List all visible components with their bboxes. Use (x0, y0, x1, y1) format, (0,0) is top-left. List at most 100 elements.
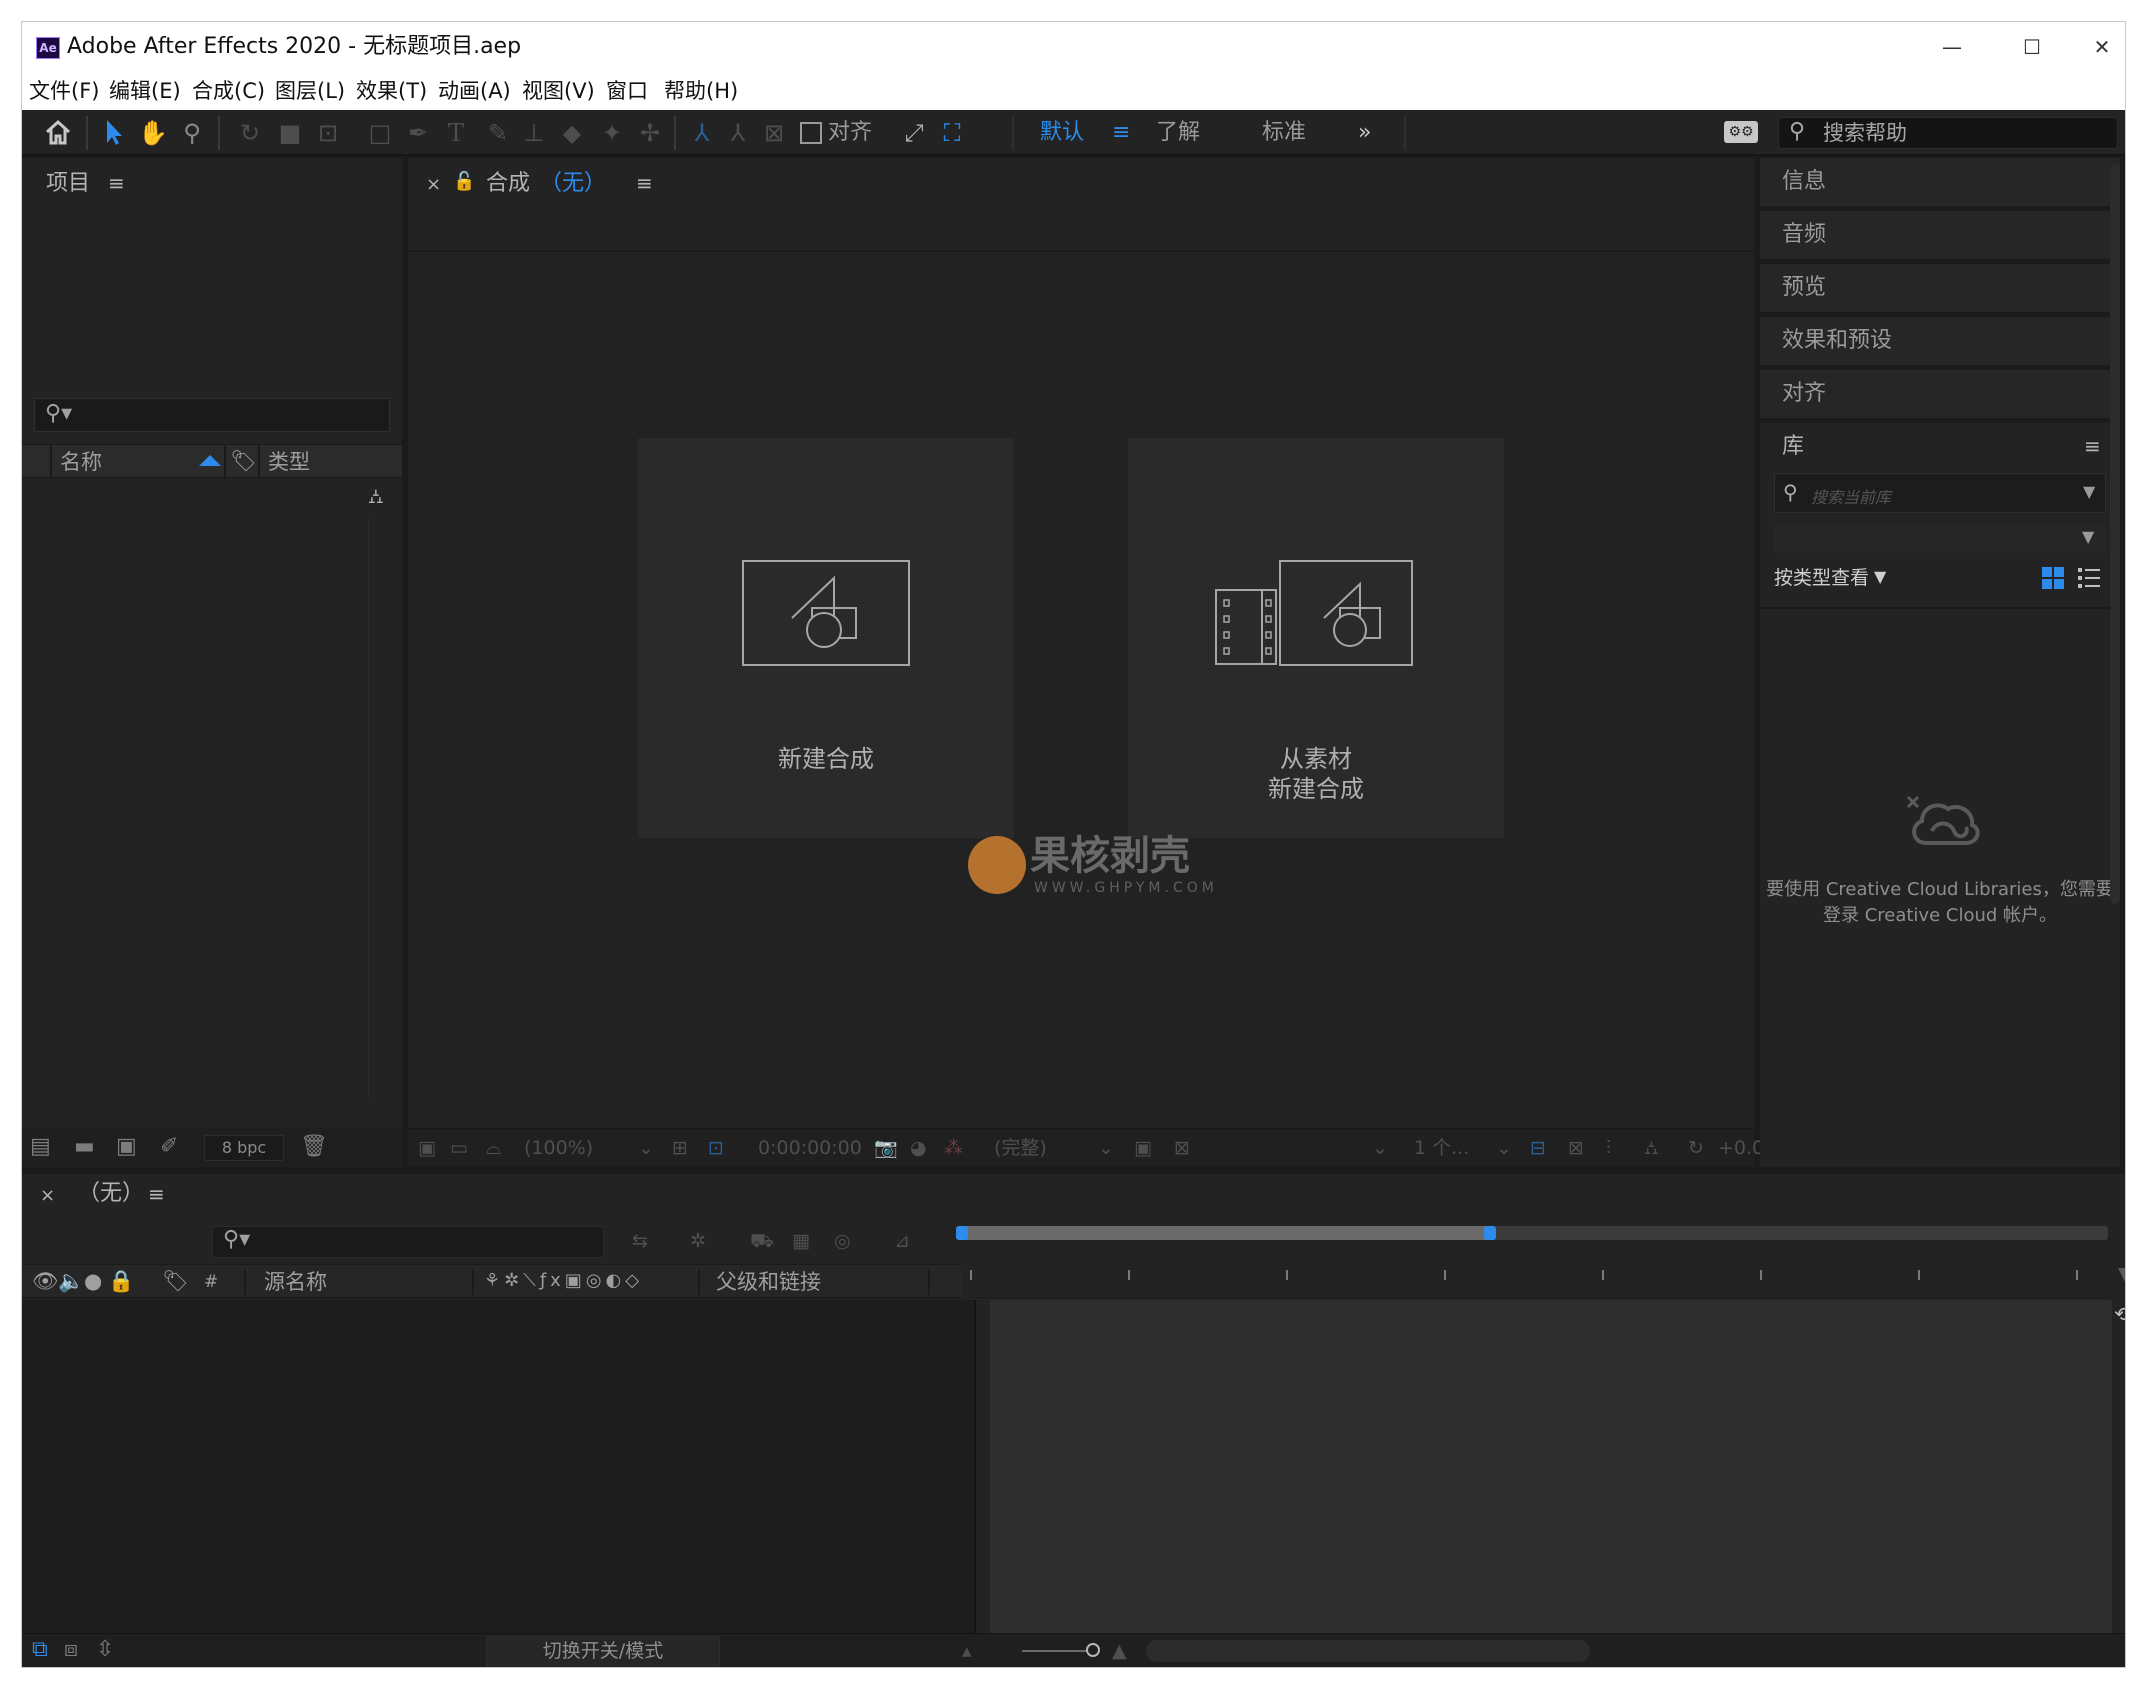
chevron-down-icon[interactable]: ⌄ (1098, 1135, 1114, 1161)
in-out-toggle-icon[interactable]: ⇳ (96, 1636, 114, 1664)
clone-stamp-tool-icon[interactable]: ⊥ (518, 117, 550, 149)
workspace-menu-icon[interactable]: ≡ (1112, 119, 1130, 147)
hand-tool-icon[interactable]: ✋ (137, 117, 169, 149)
reset-exposure-icon[interactable]: ↻ (1688, 1135, 1704, 1161)
menu-composition[interactable]: 合成(C) (192, 76, 265, 106)
workspace-standard[interactable]: 标准 (1262, 119, 1306, 147)
source-name-column[interactable]: 源名称 (264, 1269, 327, 1295)
work-area-start-handle[interactable] (956, 1226, 968, 1240)
frame-blending-icon[interactable]: ▦ (792, 1228, 810, 1254)
workspace-learn[interactable]: 了解 (1156, 119, 1200, 147)
zoom-slider-track[interactable] (1022, 1650, 1092, 1652)
new-folder-icon[interactable]: ▬ (74, 1133, 95, 1161)
monitor-icon[interactable]: ▭ (450, 1135, 468, 1161)
project-search-input[interactable]: ⚲▾ (34, 398, 390, 432)
rotation-tool-icon[interactable]: ↻ (234, 117, 266, 149)
zoom-in-icon[interactable]: ▲ (1112, 1638, 1127, 1664)
transparency-toggle-icon[interactable]: ⊠ (1174, 1135, 1190, 1161)
mask-visibility-icon[interactable]: ⌓ (486, 1135, 501, 1161)
graph-editor-icon[interactable]: ⊿ (894, 1228, 910, 1254)
current-timecode[interactable]: 0:00:00:00 (758, 1135, 862, 1161)
align-panel-tab[interactable]: 对齐 (1760, 370, 2120, 420)
grid-view-icon[interactable] (2042, 567, 2064, 589)
chevron-down-icon[interactable]: ⌄ (1372, 1135, 1388, 1161)
lock-icon[interactable]: 🔓 (453, 168, 475, 196)
preview-panel-tab[interactable]: 预览 (1760, 264, 2120, 314)
snapping-icon[interactable]: ⤢ (898, 117, 930, 149)
zoom-dropdown[interactable]: (100%) (524, 1135, 593, 1161)
brush-tool-icon[interactable]: ✎ (482, 117, 514, 149)
layer-switches-icons[interactable]: ⚘✲⟍ƒx▣◎◐◇ (484, 1268, 643, 1294)
show-snapshot-icon[interactable]: ◕ (910, 1135, 927, 1161)
library-search-input[interactable]: ⚲ 搜索当前库 ▼ (1774, 473, 2106, 513)
audio-icon[interactable]: 🔈 (58, 1268, 84, 1294)
toggle-pixel-aspect-icon[interactable]: ⊟ (1530, 1135, 1546, 1161)
puppet-tool-icon[interactable]: ✢ (634, 117, 666, 149)
menu-help[interactable]: 帮助(H) (664, 76, 738, 106)
zoom-out-icon[interactable]: ▴ (962, 1638, 972, 1664)
menu-animation[interactable]: 动画(A) (438, 76, 511, 106)
pen-tool-icon[interactable]: ✒ (402, 117, 434, 149)
view-axis-icon[interactable]: ⊠ (758, 117, 790, 149)
flowchart-icon[interactable]: ⛼ (1644, 1135, 1659, 1161)
toggle-switches-modes-button[interactable]: 切换开关/模式 (486, 1636, 720, 1666)
home-icon[interactable] (42, 117, 74, 149)
draft-3d-icon[interactable]: ✲ (690, 1228, 706, 1254)
menu-file[interactable]: 文件(F) (29, 76, 99, 106)
comp-button-icon[interactable]: ⟲ (2114, 1302, 2125, 1326)
composition-name[interactable]: （无） (540, 170, 606, 198)
selection-tool-icon[interactable] (98, 117, 130, 149)
lock-icon[interactable]: 🔒 (108, 1268, 134, 1294)
menu-effect[interactable]: 效果(T) (356, 76, 427, 106)
timeline-icon[interactable]: ⫶ (1606, 1135, 1611, 1161)
chevron-down-icon[interactable]: ▼ (1874, 567, 1886, 586)
settings-toggle-icon[interactable]: ⚙⚙ (1724, 121, 1758, 143)
local-axis-icon[interactable]: ⅄ (686, 117, 718, 149)
transparency-grid-icon[interactable]: ⊡ (708, 1135, 724, 1161)
menu-view[interactable]: 视图(V) (522, 76, 595, 106)
parent-link-column[interactable]: 父级和链接 (716, 1269, 821, 1295)
zoom-tool-icon[interactable]: ⚲ (176, 117, 208, 149)
close-tab-icon[interactable]: × (426, 171, 441, 199)
bit-depth-button[interactable]: 8 bpc (204, 1135, 284, 1161)
eraser-tool-icon[interactable]: ◆ (556, 117, 588, 149)
motion-blur-icon[interactable]: ◎ (834, 1228, 851, 1254)
sort-ascending-icon[interactable] (199, 455, 221, 466)
work-area-end-handle[interactable] (1484, 1226, 1496, 1240)
chevron-down-icon[interactable]: ▼ (2083, 482, 2095, 501)
chevron-down-icon[interactable]: ⌄ (1496, 1135, 1512, 1161)
libraries-panel-menu-icon[interactable]: ≡ (2084, 434, 2101, 458)
timeline-scrollbar[interactable] (1146, 1640, 1590, 1662)
chevron-down-icon[interactable]: ⌄ (638, 1135, 654, 1161)
column-type[interactable]: 类型 (268, 449, 310, 475)
views-dropdown[interactable]: 1 个... (1414, 1135, 1469, 1161)
roto-brush-tool-icon[interactable]: ✦ (596, 117, 628, 149)
time-ruler[interactable] (970, 1264, 2108, 1298)
channel-icon[interactable]: ⁂ (944, 1135, 963, 1161)
timeline-panel-menu-icon[interactable]: ≡ (148, 1182, 165, 1206)
project-panel-menu-icon[interactable]: ≡ (108, 171, 125, 195)
rectangle-tool-icon[interactable]: □ (364, 117, 396, 149)
label-tag-icon[interactable]: 🏷 (230, 448, 257, 474)
layer-switches-toggle-icon[interactable]: ⧉ (32, 1636, 48, 1664)
info-panel-tab[interactable]: 信息 (1760, 158, 2120, 208)
interpret-footage-icon[interactable]: ▤ (30, 1133, 51, 1161)
close-button[interactable]: ✕ (2082, 30, 2122, 64)
maximize-button[interactable]: ☐ (2002, 30, 2062, 64)
composition-mini-flowchart-icon[interactable]: ⇆ (632, 1228, 648, 1254)
composition-panel-menu-icon[interactable]: ≡ (636, 171, 653, 195)
library-selector[interactable]: ▼ (1774, 523, 2106, 553)
resolution-dropdown[interactable]: (完整) (994, 1135, 1047, 1161)
new-composition-card[interactable]: 新建合成 (638, 438, 1014, 838)
camera-tool-icon[interactable]: ■ (274, 117, 306, 149)
menu-edit[interactable]: 编辑(E) (109, 76, 181, 106)
minimize-button[interactable]: — (1922, 30, 1982, 64)
align-checkbox[interactable] (800, 122, 822, 144)
label-tag-icon[interactable]: 🏷 (162, 1268, 189, 1294)
world-axis-icon[interactable]: ⅄ (722, 117, 754, 149)
menu-layer[interactable]: 图层(L) (275, 76, 345, 106)
more-workspaces-icon[interactable]: » (1358, 119, 1371, 147)
pan-behind-tool-icon[interactable]: ⊡ (312, 117, 344, 149)
solo-icon[interactable]: ● (84, 1268, 102, 1294)
video-visibility-icon[interactable]: 👁 (32, 1268, 59, 1294)
